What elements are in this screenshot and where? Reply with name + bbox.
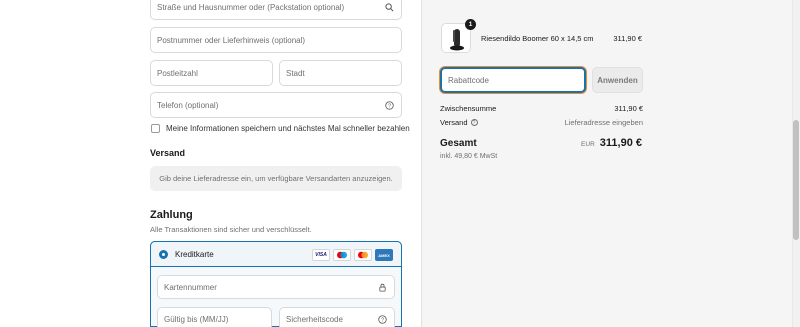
cvc-help-icon[interactable]: ? xyxy=(377,314,387,324)
payment-subtitle: Alle Transaktionen sind sicher und versc… xyxy=(150,225,312,234)
shipping-value: Lieferadresse eingeben xyxy=(564,118,643,127)
payment-title: Zahlung xyxy=(150,209,193,221)
discount-placeholder: Rabattcode xyxy=(448,75,489,85)
product-price: 311,90 € xyxy=(613,34,642,43)
card-number-placeholder: Kartennummer xyxy=(164,282,217,292)
save-info-row[interactable]: Meine Informationen speichern und nächst… xyxy=(151,124,410,133)
currency-code: EUR xyxy=(581,141,595,148)
city-field[interactable]: Stadt xyxy=(279,60,402,86)
subtotal-value: 311,90 € xyxy=(614,104,643,113)
card-brands: VISA AMEX xyxy=(312,249,393,261)
save-info-label: Meine Informationen speichern und nächst… xyxy=(166,124,410,133)
shipping-help-icon[interactable]: ? xyxy=(470,119,478,126)
street-field[interactable]: Straße und Hausnummer oder (Packstation … xyxy=(150,0,402,20)
phone-placeholder: Telefon (optional) xyxy=(157,100,219,110)
checkout-form: Straße und Hausnummer oder (Packstation … xyxy=(0,0,421,327)
order-summary xyxy=(422,0,792,327)
expiry-field[interactable]: Gültig bis (MM/JJ) xyxy=(157,307,272,327)
quantity-badge: 1 xyxy=(465,19,476,30)
total-amount-group: EUR 311,90 € xyxy=(581,137,642,149)
city-placeholder: Stadt xyxy=(286,68,305,78)
apply-discount-button[interactable]: Anwenden xyxy=(592,67,643,93)
scrollbar-thumb[interactable] xyxy=(793,120,799,240)
subtotal-label: Zwischensumme xyxy=(440,104,497,113)
maestro-icon xyxy=(333,249,351,261)
credit-card-radio[interactable] xyxy=(159,249,168,259)
expiry-placeholder: Gültig bis (MM/JJ) xyxy=(164,314,229,324)
visa-icon: VISA xyxy=(312,249,330,261)
mastercard-icon xyxy=(354,249,372,261)
credit-card-label: Kreditkarte xyxy=(175,249,214,259)
shipping-label: Versand xyxy=(440,118,468,127)
tax-note: inkl. 49,80 € MwSt xyxy=(440,153,498,160)
cvc-placeholder: Sicherheitscode xyxy=(286,314,343,324)
zip-placeholder: Postleitzahl xyxy=(157,68,198,78)
shipping-row: Versand ? Lieferadresse eingeben xyxy=(440,118,643,127)
credit-card-option[interactable]: Kreditkarte VISA AMEX xyxy=(150,241,402,267)
total-amount: 311,90 € xyxy=(599,137,642,149)
shipping-title: Versand xyxy=(150,148,186,158)
save-info-checkbox[interactable] xyxy=(151,124,160,133)
product-name: Riesendildo Boomer 60 x 14,5 cm xyxy=(481,34,594,43)
svg-text:?: ? xyxy=(388,103,391,109)
cvc-field[interactable]: Sicherheitscode ? xyxy=(279,307,395,327)
discount-code-input[interactable]: Rabattcode xyxy=(440,67,586,93)
postal-note-placeholder: Postnummer oder Lieferhinweis (optional) xyxy=(157,35,306,45)
shipping-notice: Gib deine Lieferadresse ein, um verfügba… xyxy=(150,166,402,191)
street-placeholder: Straße und Hausnummer oder (Packstation … xyxy=(157,2,345,12)
card-number-field[interactable]: Kartennummer xyxy=(157,275,395,299)
zip-field[interactable]: Postleitzahl xyxy=(150,60,273,86)
subtotal-row: Zwischensumme 311,90 € xyxy=(440,104,643,113)
checkout-page: Straße und Hausnummer oder (Packstation … xyxy=(0,0,800,327)
help-icon[interactable]: ? xyxy=(384,100,394,110)
amex-icon: AMEX xyxy=(375,249,393,261)
search-icon[interactable] xyxy=(384,2,394,12)
shipping-label-wrap: Versand ? xyxy=(440,118,478,127)
postal-note-field[interactable]: Postnummer oder Lieferhinweis (optional) xyxy=(150,27,402,53)
svg-text:?: ? xyxy=(381,317,384,323)
phone-field[interactable]: Telefon (optional) ? xyxy=(150,92,402,118)
total-label: Gesamt xyxy=(440,138,477,149)
lock-icon xyxy=(377,282,387,292)
